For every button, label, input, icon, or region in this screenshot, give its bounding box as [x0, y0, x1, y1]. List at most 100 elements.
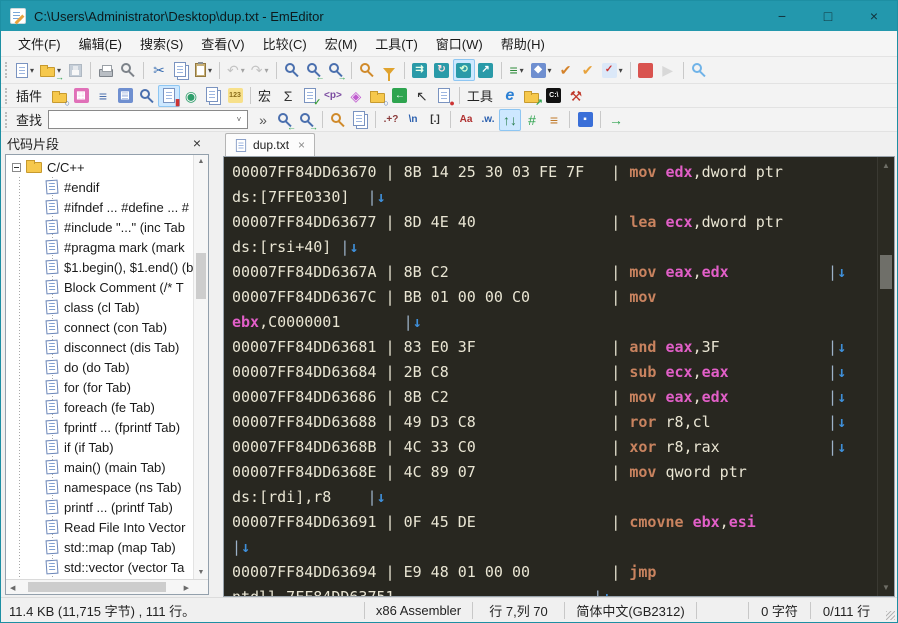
escape-sequence-button[interactable]: \n	[402, 109, 424, 131]
snippet-item-0[interactable]: #endif	[6, 177, 208, 197]
toolbar-grip[interactable]	[5, 87, 9, 104]
find-combobox[interactable]: ˅	[48, 110, 249, 129]
find-next-toolbar-button[interactable]: →	[325, 59, 347, 82]
menu-item-3[interactable]: 查看(V)	[192, 30, 253, 57]
snippet-item-18[interactable]: std::map (map Tab)	[6, 537, 208, 557]
plugin-web-preview-button[interactable]: ◉	[180, 85, 202, 107]
tool-open-folder-button[interactable]: ↗	[521, 85, 543, 107]
editor-text-area[interactable]: 00007FF84DD63670 | 8B 14 25 30 03 FE 7F …	[224, 157, 877, 596]
plugin-snippets-button[interactable]: ▮	[158, 84, 181, 107]
snippet-item-13[interactable]: if (if Tab)	[6, 437, 208, 457]
highlight-list-button[interactable]: ≡	[543, 109, 565, 131]
menu-item-0[interactable]: 文件(F)	[9, 30, 70, 57]
combo-dropdown-icon[interactable]: ˅	[231, 115, 247, 124]
menu-item-7[interactable]: 窗口(W)	[427, 30, 492, 57]
minimize-button[interactable]: −	[759, 1, 805, 31]
collapse-minus-icon[interactable]	[12, 162, 21, 172]
scrollbar-thumb[interactable]	[28, 582, 166, 592]
checkbox-list-button[interactable]: ✓ ▾	[599, 59, 626, 81]
macro-output-button[interactable]: ●	[433, 85, 455, 108]
snippet-item-16[interactable]: printf ... (printf Tab)	[6, 497, 208, 517]
tool-browser-button[interactable]: e	[499, 85, 521, 107]
snippet-item-17[interactable]: Read File Into Vector	[6, 517, 208, 537]
findbar-overflow-button[interactable]: »	[252, 109, 274, 131]
dropdown-arrow-icon[interactable]: ▾	[265, 66, 269, 75]
snippet-item-7[interactable]: connect (con Tab)	[6, 317, 208, 337]
snippet-item-11[interactable]: foreach (fe Tab)	[6, 397, 208, 417]
undo-button[interactable]: ↶ ▾	[224, 59, 248, 81]
plugin-word-count-button[interactable]: 123	[224, 85, 246, 107]
snippet-item-14[interactable]: main() (main Tab)	[6, 457, 208, 477]
snippet-item-15[interactable]: namespace (ns Tab)	[6, 477, 208, 497]
scroll-up-icon[interactable]: ▲	[194, 158, 208, 165]
find-previous-button[interactable]: ←	[274, 109, 296, 132]
sidebar-horizontal-scrollbar[interactable]: ◀ ▶	[6, 579, 208, 594]
snippet-item-9[interactable]: do (do Tab)	[6, 357, 208, 377]
snippet-item-8[interactable]: disconnect (dis Tab)	[6, 337, 208, 357]
sidebar-close-icon[interactable]: ×	[189, 135, 205, 151]
menu-item-5[interactable]: 宏(M)	[316, 30, 367, 57]
findbar-find-in-files-button[interactable]	[327, 109, 349, 131]
scroll-down-icon[interactable]: ▼	[878, 583, 894, 592]
scrollbar-thumb[interactable]	[196, 253, 206, 299]
scrollbar-thumb[interactable]	[880, 255, 892, 289]
snippet-item-12[interactable]: fprintf ... (fprintf Tab)	[6, 417, 208, 437]
status-syntax-mode[interactable]: x86 Assembler	[364, 601, 472, 619]
dropdown-arrow-icon[interactable]: ▾	[619, 66, 623, 75]
sidebar-splitter[interactable]	[211, 132, 223, 597]
outline-button[interactable]: ≡ ▾	[506, 59, 528, 81]
workspace-button[interactable]: ◆ ▾	[528, 59, 555, 81]
snippet-item-2[interactable]: #include "..." (inc Tab	[6, 217, 208, 237]
macro-sum-button[interactable]: Σ	[277, 85, 299, 107]
macro-browse-button[interactable]: ○	[367, 85, 389, 108]
snippet-item-1[interactable]: #ifndef ... #define ... #	[6, 197, 208, 217]
macro-html-tag-button[interactable]: <p>	[321, 85, 345, 107]
plugin-search-button[interactable]	[136, 85, 158, 107]
toolbar-grip[interactable]	[5, 111, 9, 128]
number-range-button[interactable]: [.]	[424, 109, 446, 131]
compare-button[interactable]: ✔	[555, 59, 577, 81]
print-button[interactable]	[95, 59, 117, 81]
plugin-explorer-button[interactable]: ○	[48, 85, 70, 108]
dropdown-arrow-icon[interactable]: ▾	[30, 66, 34, 75]
plugin-html-bar-button[interactable]: ▦	[70, 85, 92, 107]
sidebar-vertical-scrollbar[interactable]: ▲ ▼	[193, 155, 208, 579]
count-matches-button[interactable]: #	[521, 109, 543, 131]
maximize-button[interactable]: □	[805, 1, 851, 31]
paste-button[interactable]: ▾	[192, 59, 215, 81]
wrap-by-window-button[interactable]: ⟲	[452, 59, 475, 81]
snippets-tree[interactable]: C/C++ #endif #ifndef ... #define ... # #inc…	[6, 155, 208, 579]
resize-grip[interactable]	[882, 598, 897, 622]
snippet-item-3[interactable]: #pragma mark (mark	[6, 237, 208, 257]
scroll-left-icon[interactable]: ◀	[10, 584, 15, 592]
wrap-normal-button[interactable]: ↻	[431, 59, 453, 81]
filter-button[interactable]	[378, 59, 400, 81]
menu-item-8[interactable]: 帮助(H)	[492, 30, 554, 57]
find-next-button[interactable]: →	[296, 109, 318, 132]
print-preview-button[interactable]	[117, 59, 139, 81]
new-file-button[interactable]: ▾	[13, 59, 37, 81]
tab-close-icon[interactable]: ×	[298, 138, 305, 152]
snippet-item-6[interactable]: class (cl Tab)	[6, 297, 208, 317]
scroll-up-icon[interactable]: ▲	[878, 161, 894, 170]
snippet-item-4[interactable]: $1.begin(), $1.end() (b	[6, 257, 208, 277]
tool-command-prompt-button[interactable]: C:\	[543, 85, 565, 107]
copy-button[interactable]	[170, 59, 192, 81]
jump-next-button[interactable]: →	[605, 109, 627, 131]
find-button[interactable]	[281, 59, 303, 81]
open-file-button[interactable]: → ▾	[37, 59, 64, 82]
find-previous-toolbar-button[interactable]: ←	[303, 59, 325, 82]
no-wrap-button[interactable]: ↗	[475, 59, 497, 81]
find-in-files-button[interactable]	[356, 59, 378, 81]
plugin-word-complete-button[interactable]	[202, 85, 224, 107]
toolbar-grip[interactable]	[5, 62, 9, 78]
dropdown-arrow-icon[interactable]: ▾	[520, 66, 524, 75]
menu-item-1[interactable]: 编辑(E)	[70, 30, 131, 57]
dropdown-arrow-icon[interactable]: ▾	[241, 66, 245, 75]
status-encoding[interactable]: 简体中文(GB2312)	[564, 601, 696, 619]
dropdown-arrow-icon[interactable]: ▾	[208, 66, 212, 75]
record-macro-button[interactable]	[635, 59, 657, 81]
snippet-item-10[interactable]: for (for Tab)	[6, 377, 208, 397]
cut-button[interactable]: ✂	[148, 59, 170, 81]
scroll-down-icon[interactable]: ▼	[194, 569, 208, 576]
